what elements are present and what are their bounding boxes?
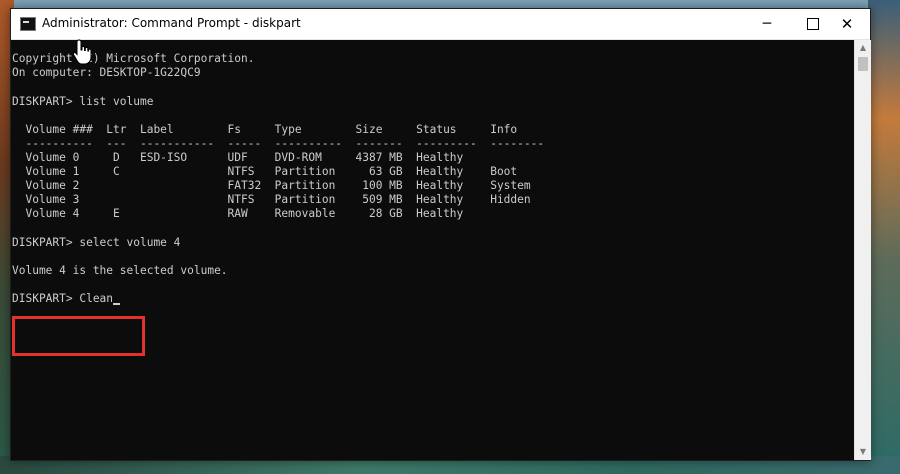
- console-line: On computer: DESKTOP-1G22QC9: [12, 66, 201, 79]
- command-prompt-icon[interactable]: [20, 17, 36, 31]
- command-prompt-window: Administrator: Command Prompt - diskpart…: [10, 8, 871, 461]
- desktop-wallpaper-right: [868, 0, 900, 474]
- hand-pointer-icon: [72, 39, 92, 65]
- console-command-text: DISKPART> Clean: [12, 292, 114, 305]
- scroll-up-icon[interactable]: ▲: [855, 40, 871, 56]
- text-cursor: [113, 303, 121, 306]
- console-line: Copyright (C) Microsoft Corporation.: [12, 52, 255, 65]
- close-button[interactable]: ✕: [824, 9, 870, 39]
- console-line: Volume 1 C NTFS Partition 63 GB Healthy …: [12, 165, 518, 178]
- console-output[interactable]: Copyright (C) Microsoft Corporation. On …: [11, 40, 854, 460]
- console-line: Volume 3 NTFS Partition 509 MB Healthy H…: [12, 193, 531, 206]
- console-line: Volume 4 is the selected volume.: [12, 264, 228, 277]
- window-title: Administrator: Command Prompt - diskpart: [42, 16, 301, 30]
- maximize-icon: [807, 18, 819, 30]
- vertical-scrollbar[interactable]: ▲ ▼: [854, 40, 871, 460]
- console-line: DISKPART> select volume 4: [12, 236, 181, 249]
- title-bar[interactable]: Administrator: Command Prompt - diskpart…: [11, 9, 870, 40]
- console-line: Volume 0 D ESD-ISO UDF DVD-ROM 4387 MB H…: [12, 151, 464, 164]
- console-line: Volume 4 E RAW Removable 28 GB Healthy: [12, 207, 464, 220]
- scroll-down-icon[interactable]: ▼: [855, 444, 871, 460]
- console-line: Volume ### Ltr Label Fs Type Size Status…: [12, 123, 518, 136]
- minimize-button[interactable]: ─: [744, 9, 790, 39]
- console-input-line[interactable]: DISKPART> Clean: [12, 292, 121, 306]
- highlight-box: [12, 316, 145, 356]
- console-line: ---------- --- ----------- ----- -------…: [12, 137, 545, 150]
- scrollbar-thumb[interactable]: [858, 57, 868, 71]
- console-line: DISKPART> list volume: [12, 95, 154, 108]
- console-line: Volume 2 FAT32 Partition 100 MB Healthy …: [12, 179, 531, 192]
